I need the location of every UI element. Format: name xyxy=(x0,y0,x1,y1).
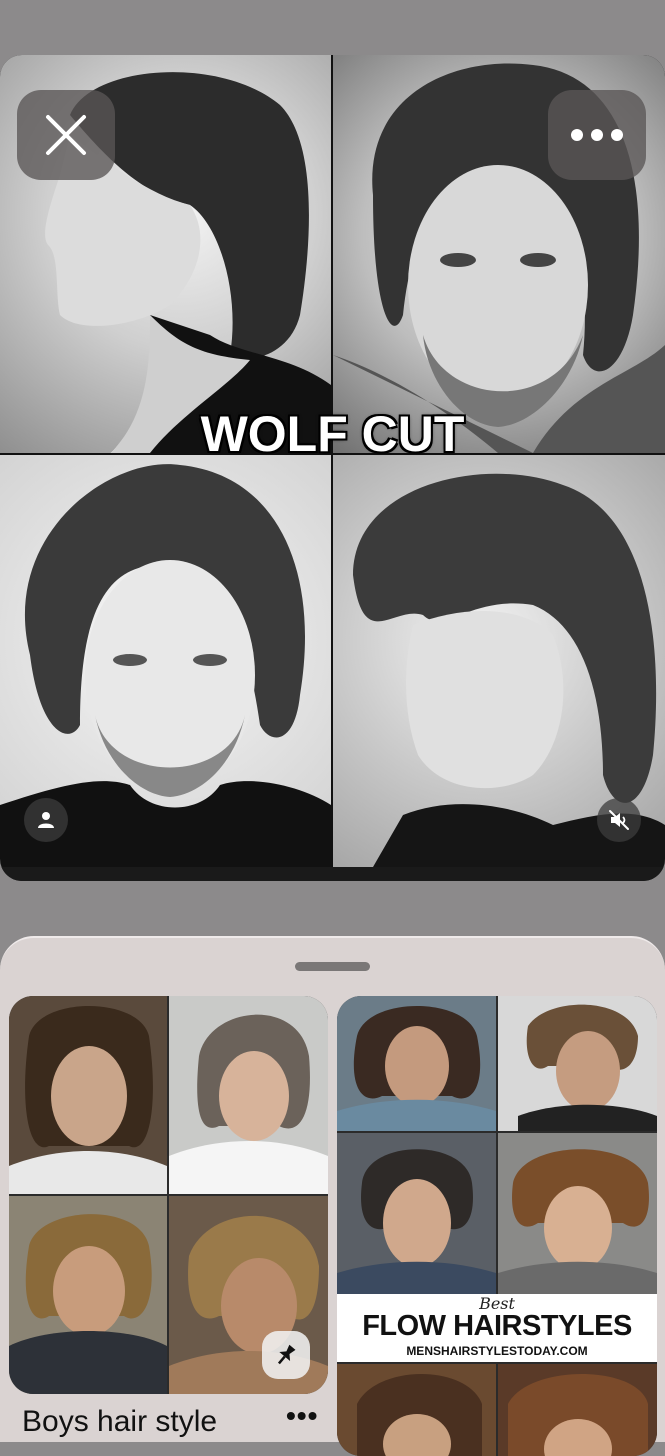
close-button[interactable] xyxy=(17,90,115,180)
board-thumb-2 xyxy=(169,996,328,1194)
sheet-drag-handle[interactable] xyxy=(295,962,370,971)
banner-title: FLOW HAIRSTYLES xyxy=(362,1310,632,1342)
board-thumb-1 xyxy=(9,996,167,1194)
board-thumb-3 xyxy=(9,1196,167,1394)
banner-url: MENSHAIRSTYLESTODAY.COM xyxy=(406,1344,588,1358)
board-thumb-6 xyxy=(498,996,657,1131)
board-more-button[interactable]: ••• xyxy=(286,1400,318,1432)
profile-button[interactable] xyxy=(24,798,68,842)
pin-bottom-strip xyxy=(0,867,665,881)
save-pin-button[interactable] xyxy=(262,1331,310,1379)
board-card-flow-hairstyles[interactable]: Best FLOW HAIRSTYLES MENSHAIRSTYLESTODAY… xyxy=(337,996,657,1456)
flow-hairstyles-banner: Best FLOW HAIRSTYLES MENSHAIRSTYLESTODAY… xyxy=(337,1294,657,1362)
board-thumb-9 xyxy=(337,1364,496,1456)
close-icon xyxy=(46,115,86,155)
volume-mute-icon xyxy=(609,810,629,830)
mute-button[interactable] xyxy=(597,798,641,842)
pin-overlay-title: WOLF CUT xyxy=(200,406,465,462)
more-options-button[interactable] xyxy=(548,90,646,180)
more-horizontal-icon xyxy=(571,129,623,141)
board-thumb-5 xyxy=(337,996,496,1131)
board-thumb-10 xyxy=(498,1364,657,1456)
board-thumb-7 xyxy=(337,1133,496,1294)
user-icon xyxy=(38,812,54,828)
pushpin-icon xyxy=(277,1344,296,1365)
board-thumb-8 xyxy=(498,1133,657,1294)
board-title[interactable]: Boys hair style xyxy=(22,1405,217,1439)
